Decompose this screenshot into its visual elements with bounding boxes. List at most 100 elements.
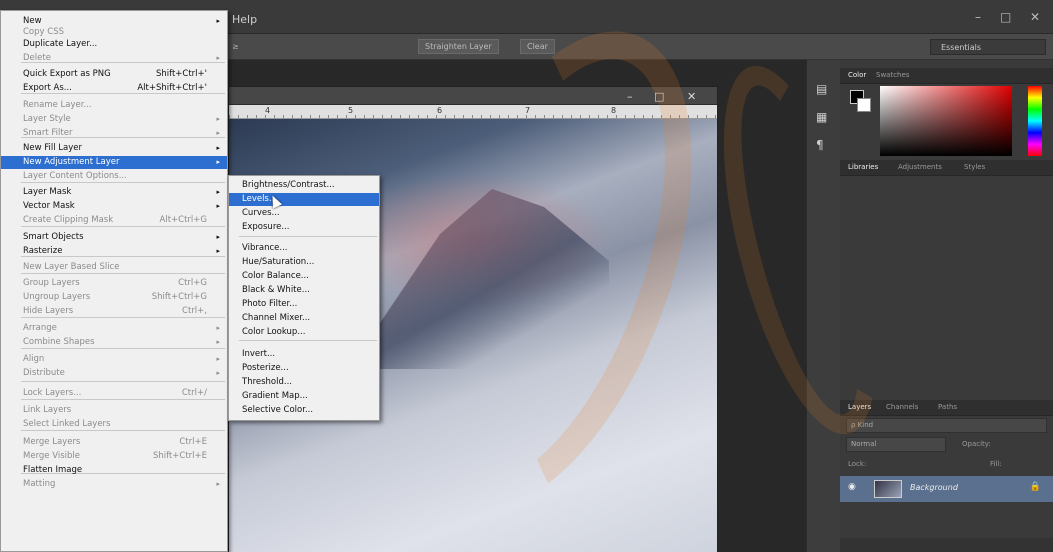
menu-item-delete[interactable]: Delete ▸ — [1, 52, 227, 65]
submenu-item-threshold[interactable]: Threshold... — [229, 376, 379, 389]
tab-libraries[interactable]: Libraries — [848, 163, 878, 171]
submenu-item-posterize[interactable]: Posterize... — [229, 362, 379, 375]
tab-channels[interactable]: Channels — [886, 403, 918, 411]
submenu-item-brightness-contrast[interactable]: Brightness/Contrast... — [229, 179, 379, 192]
menu-item-quick-export-as-png[interactable]: Quick Export as PNG Shift+Ctrl+' — [1, 68, 227, 81]
menu-item-label: Distribute — [23, 368, 65, 378]
ruler-tick: 6 — [437, 106, 443, 115]
submenu-item-color-lookup[interactable]: Color Lookup... — [229, 326, 379, 339]
menu-item-label: Arrange — [23, 323, 57, 333]
submenu-item-vibrance[interactable]: Vibrance... — [229, 242, 379, 255]
libraries-panel-tabs: Libraries Adjustments Styles — [840, 160, 1053, 176]
menu-help[interactable]: Help — [232, 13, 257, 26]
menu-item-rasterize[interactable]: Rasterize ▸ — [1, 245, 227, 258]
menu-item-label: Lock Layers... — [23, 388, 82, 398]
tab-swatches[interactable]: Swatches — [876, 71, 909, 79]
menu-item-combine-shapes[interactable]: Combine Shapes ▸ — [1, 336, 227, 349]
tab-color[interactable]: Color — [848, 71, 866, 79]
menu-item-layer-mask[interactable]: Layer Mask ▸ — [1, 186, 227, 199]
menu-shortcut: Ctrl+E — [179, 437, 207, 447]
menu-item-group-layers[interactable]: Group Layers Ctrl+G — [1, 277, 227, 290]
menu-item-label: Align — [23, 354, 45, 364]
doc-close-icon[interactable]: ✕ — [687, 90, 696, 103]
minimize-icon[interactable]: – — [975, 10, 981, 24]
fill-label: Fill: — [990, 460, 1002, 468]
submenu-item-levels[interactable]: Levels... — [229, 193, 379, 206]
menu-item-smart-filter[interactable]: Smart Filter ▸ — [1, 127, 227, 140]
menu-item-create-clipping-mask[interactable]: Create Clipping Mask Alt+Ctrl+G — [1, 214, 227, 227]
menu-item-label: New Layer Based Slice — [23, 262, 120, 272]
submenu-item-curves[interactable]: Curves... — [229, 207, 379, 220]
menu-item-lock-layers[interactable]: Lock Layers... Ctrl+/ — [1, 387, 227, 400]
submenu-arrow-icon: ▸ — [216, 338, 220, 346]
workspace-switcher[interactable]: Essentials — [930, 39, 1046, 55]
layer-kind-filter[interactable]: ρ Kind — [846, 418, 1047, 433]
menu-item-label: Vector Mask — [23, 201, 75, 211]
submenu-arrow-icon: ▸ — [216, 129, 220, 137]
color-panel-tabs: Color Swatches — [840, 68, 1053, 84]
menu-item-label: Hide Layers — [23, 306, 74, 316]
menu-item-duplicate-layer[interactable]: Duplicate Layer... — [1, 38, 227, 51]
menu-shortcut: Alt+Ctrl+G — [159, 215, 207, 225]
submenu-item-gradient-map[interactable]: Gradient Map... — [229, 390, 379, 403]
menu-item-smart-objects[interactable]: Smart Objects ▸ — [1, 231, 227, 244]
menu-shortcut: Shift+Ctrl+G — [151, 292, 207, 302]
close-icon[interactable]: ✕ — [1030, 10, 1040, 24]
color-spectrum[interactable] — [880, 86, 1012, 156]
maximize-icon[interactable]: □ — [1000, 10, 1011, 24]
menu-shortcut: Shift+Ctrl+' — [155, 69, 207, 79]
submenu-item-color-balance[interactable]: Color Balance... — [229, 270, 379, 283]
submenu-arrow-icon: ▸ — [216, 233, 220, 241]
menu-item-select-linked-layers[interactable]: Select Linked Layers — [1, 418, 227, 431]
menu-item-matting[interactable]: Matting ▸ — [1, 478, 227, 491]
straighten-layer-button[interactable]: Straighten Layer — [418, 39, 499, 54]
menu-item-layer-style[interactable]: Layer Style ▸ — [1, 113, 227, 126]
menu-item-arrange[interactable]: Arrange ▸ — [1, 322, 227, 335]
menu-item-export-as[interactable]: Export As... Alt+Shift+Ctrl+' — [1, 82, 227, 95]
document-titlebar[interactable]: – □ ✕ — [229, 87, 717, 105]
paragraph-icon[interactable]: ¶ — [816, 138, 824, 152]
menu-item-distribute[interactable]: Distribute ▸ — [1, 367, 227, 380]
hue-slider[interactable] — [1028, 86, 1042, 156]
eye-icon[interactable]: ◉ — [848, 482, 856, 492]
clear-button[interactable]: Clear — [520, 39, 555, 54]
submenu-item-channel-mixer[interactable]: Channel Mixer... — [229, 312, 379, 325]
menu-item-new-layer-based-slice[interactable]: New Layer Based Slice — [1, 261, 227, 274]
menu-item-merge-layers[interactable]: Merge Layers Ctrl+E — [1, 436, 227, 449]
menu-item-hide-layers[interactable]: Hide Layers Ctrl+, — [1, 305, 227, 318]
menu-item-new-fill-layer[interactable]: New Fill Layer ▸ — [1, 142, 227, 155]
options-label: ≥ — [232, 42, 239, 51]
doc-maximize-icon[interactable]: □ — [654, 90, 664, 103]
menu-item-align[interactable]: Align ▸ — [1, 353, 227, 366]
menu-item-vector-mask[interactable]: Vector Mask ▸ — [1, 200, 227, 213]
menu-item-rename-layer[interactable]: Rename Layer... — [1, 99, 227, 112]
submenu-item-black-white[interactable]: Black & White... — [229, 284, 379, 297]
submenu-item-invert[interactable]: Invert... — [229, 348, 379, 361]
tab-paths[interactable]: Paths — [938, 403, 957, 411]
menu-item-label: Layer Mask — [23, 187, 72, 197]
menu-item-flatten-image[interactable]: Flatten Image — [1, 464, 227, 477]
menu-item-ungroup-layers[interactable]: Ungroup Layers Shift+Ctrl+G — [1, 291, 227, 304]
submenu-item-photo-filter[interactable]: Photo Filter... — [229, 298, 379, 311]
submenu-arrow-icon: ▸ — [216, 158, 220, 166]
menu-item-new-adjustment-layer[interactable]: New Adjustment Layer ▸ — [1, 156, 227, 169]
properties-icon[interactable]: ▦ — [816, 110, 827, 124]
menu-separator — [21, 381, 225, 382]
tab-adjustments[interactable]: Adjustments — [898, 163, 942, 171]
layer-row-background[interactable]: ◉ Background 🔒 — [840, 476, 1053, 502]
submenu-item-hue-saturation[interactable]: Hue/Saturation... — [229, 256, 379, 269]
tab-styles[interactable]: Styles — [964, 163, 985, 171]
submenu-item-selective-color[interactable]: Selective Color... — [229, 404, 379, 417]
menu-item-merge-visible[interactable]: Merge Visible Shift+Ctrl+E — [1, 450, 227, 463]
doc-minimize-icon[interactable]: – — [627, 90, 633, 103]
tab-layers[interactable]: Layers — [848, 403, 871, 411]
menu-item-label: Smart Objects — [23, 232, 84, 242]
history-icon[interactable]: ▤ — [816, 82, 827, 96]
panel-icon-strip: ▤ ▦ ¶ — [806, 60, 840, 552]
menu-item-link-layers[interactable]: Link Layers — [1, 404, 227, 417]
menu-item-layer-content-options[interactable]: Layer Content Options... — [1, 170, 227, 183]
submenu-item-exposure[interactable]: Exposure... — [229, 221, 379, 234]
background-color-swatch[interactable] — [857, 98, 871, 112]
blend-mode-select[interactable]: Normal — [846, 437, 946, 452]
layer-name[interactable]: Background — [910, 483, 958, 492]
